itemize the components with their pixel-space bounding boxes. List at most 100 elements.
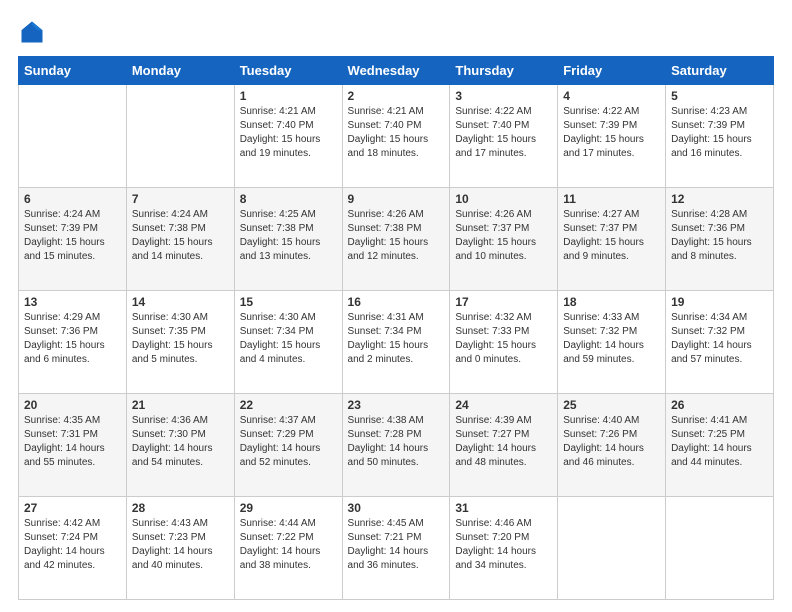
day-info: Sunrise: 4:26 AM Sunset: 7:38 PM Dayligh… (348, 208, 445, 264)
calendar-cell: 14Sunrise: 4:30 AM Sunset: 7:35 PM Dayli… (126, 291, 234, 394)
weekday-header-wednesday: Wednesday (342, 57, 450, 85)
calendar-cell: 11 Sunrise: 4:27 AM Sunset: 7:37 PM Dayli… (558, 188, 666, 291)
weekday-header-thursday: Thursday (450, 57, 558, 85)
day-info: Sunrise: 4:39 AM Sunset: 7:27 PM Dayligh… (455, 414, 552, 470)
day-info: Sunrise: 4:28 AM Sunset: 7:36 PM Dayligh… (671, 208, 768, 264)
day-number: 24 (455, 398, 552, 412)
day-info: Sunrise: 4:26 AM Sunset: 7:37 PM Dayligh… (455, 208, 552, 264)
calendar-cell: 23Sunrise: 4:38 AM Sunset: 7:28 PM Dayli… (342, 394, 450, 497)
calendar-cell: 17 Sunrise: 4:32 AM Sunset: 7:33 PM Dayli… (450, 291, 558, 394)
day-number: 2 (348, 89, 445, 103)
day-info: Sunrise: 4:35 AM Sunset: 7:31 PM Dayligh… (24, 414, 121, 470)
calendar-cell: 10 Sunrise: 4:26 AM Sunset: 7:37 PM Dayli… (450, 188, 558, 291)
day-number: 11 (563, 192, 660, 206)
calendar-cell: 4 Sunrise: 4:22 AM Sunset: 7:39 PM Daylig… (558, 85, 666, 188)
day-number: 25 (563, 398, 660, 412)
day-number: 27 (24, 501, 121, 515)
calendar-cell: 1 Sunrise: 4:21 AM Sunset: 7:40 PM Daylig… (234, 85, 342, 188)
day-info: Sunrise: 4:31 AM Sunset: 7:34 PM Dayligh… (348, 311, 445, 367)
day-number: 18 (563, 295, 660, 309)
day-info: Sunrise: 4:30 AM Sunset: 7:34 PM Dayligh… (240, 311, 337, 367)
day-number: 7 (132, 192, 229, 206)
calendar-week-3: 13Sunrise: 4:29 AM Sunset: 7:36 PM Dayli… (19, 291, 774, 394)
calendar-cell: 27Sunrise: 4:42 AM Sunset: 7:24 PM Dayli… (19, 497, 127, 600)
calendar-cell: 24 Sunrise: 4:39 AM Sunset: 7:27 PM Dayli… (450, 394, 558, 497)
header (18, 18, 774, 46)
calendar-cell: 2 Sunrise: 4:21 AM Sunset: 7:40 PM Daylig… (342, 85, 450, 188)
calendar-cell: 8 Sunrise: 4:25 AM Sunset: 7:38 PM Daylig… (234, 188, 342, 291)
calendar-cell: 21 Sunrise: 4:36 AM Sunset: 7:30 PM Dayli… (126, 394, 234, 497)
page: SundayMondayTuesdayWednesdayThursdayFrid… (0, 0, 792, 612)
day-number: 21 (132, 398, 229, 412)
day-number: 8 (240, 192, 337, 206)
weekday-header-sunday: Sunday (19, 57, 127, 85)
day-info: Sunrise: 4:33 AM Sunset: 7:32 PM Dayligh… (563, 311, 660, 367)
calendar-cell: 29 Sunrise: 4:44 AM Sunset: 7:22 PM Dayli… (234, 497, 342, 600)
calendar-cell: 20 Sunrise: 4:35 AM Sunset: 7:31 PM Dayli… (19, 394, 127, 497)
day-info: Sunrise: 4:32 AM Sunset: 7:33 PM Dayligh… (455, 311, 552, 367)
calendar-cell: 3Sunrise: 4:22 AM Sunset: 7:40 PM Daylig… (450, 85, 558, 188)
calendar-cell: 22 Sunrise: 4:37 AM Sunset: 7:29 PM Dayli… (234, 394, 342, 497)
day-info: Sunrise: 4:44 AM Sunset: 7:22 PM Dayligh… (240, 517, 337, 573)
day-number: 30 (348, 501, 445, 515)
day-info: Sunrise: 4:37 AM Sunset: 7:29 PM Dayligh… (240, 414, 337, 470)
day-number: 20 (24, 398, 121, 412)
day-info: Sunrise: 4:40 AM Sunset: 7:26 PM Dayligh… (563, 414, 660, 470)
day-info: Sunrise: 4:23 AM Sunset: 7:39 PM Dayligh… (671, 105, 768, 161)
day-number: 22 (240, 398, 337, 412)
weekday-header-row: SundayMondayTuesdayWednesdayThursdayFrid… (19, 57, 774, 85)
calendar-cell: 7Sunrise: 4:24 AM Sunset: 7:38 PM Daylig… (126, 188, 234, 291)
calendar-cell: 19 Sunrise: 4:34 AM Sunset: 7:32 PM Dayli… (666, 291, 774, 394)
calendar-cell (666, 497, 774, 600)
day-number: 9 (348, 192, 445, 206)
calendar-week-5: 27Sunrise: 4:42 AM Sunset: 7:24 PM Dayli… (19, 497, 774, 600)
calendar-cell: 9 Sunrise: 4:26 AM Sunset: 7:38 PM Daylig… (342, 188, 450, 291)
day-number: 6 (24, 192, 121, 206)
day-number: 19 (671, 295, 768, 309)
day-info: Sunrise: 4:21 AM Sunset: 7:40 PM Dayligh… (240, 105, 337, 161)
day-info: Sunrise: 4:27 AM Sunset: 7:37 PM Dayligh… (563, 208, 660, 264)
calendar-cell: 30 Sunrise: 4:45 AM Sunset: 7:21 PM Dayli… (342, 497, 450, 600)
day-info: Sunrise: 4:25 AM Sunset: 7:38 PM Dayligh… (240, 208, 337, 264)
day-info: Sunrise: 4:34 AM Sunset: 7:32 PM Dayligh… (671, 311, 768, 367)
calendar-cell (19, 85, 127, 188)
weekday-header-saturday: Saturday (666, 57, 774, 85)
day-number: 31 (455, 501, 552, 515)
calendar-cell: 28Sunrise: 4:43 AM Sunset: 7:23 PM Dayli… (126, 497, 234, 600)
day-info: Sunrise: 4:45 AM Sunset: 7:21 PM Dayligh… (348, 517, 445, 573)
day-number: 5 (671, 89, 768, 103)
day-number: 16 (348, 295, 445, 309)
logo-icon (18, 18, 46, 46)
day-number: 28 (132, 501, 229, 515)
calendar-cell: 31Sunrise: 4:46 AM Sunset: 7:20 PM Dayli… (450, 497, 558, 600)
day-info: Sunrise: 4:38 AM Sunset: 7:28 PM Dayligh… (348, 414, 445, 470)
day-info: Sunrise: 4:24 AM Sunset: 7:39 PM Dayligh… (24, 208, 121, 264)
day-info: Sunrise: 4:29 AM Sunset: 7:36 PM Dayligh… (24, 311, 121, 367)
weekday-header-tuesday: Tuesday (234, 57, 342, 85)
weekday-header-monday: Monday (126, 57, 234, 85)
day-info: Sunrise: 4:36 AM Sunset: 7:30 PM Dayligh… (132, 414, 229, 470)
day-info: Sunrise: 4:41 AM Sunset: 7:25 PM Dayligh… (671, 414, 768, 470)
calendar-body: 1 Sunrise: 4:21 AM Sunset: 7:40 PM Daylig… (19, 85, 774, 600)
calendar-table: SundayMondayTuesdayWednesdayThursdayFrid… (18, 56, 774, 600)
calendar-week-4: 20 Sunrise: 4:35 AM Sunset: 7:31 PM Dayli… (19, 394, 774, 497)
day-number: 14 (132, 295, 229, 309)
day-info: Sunrise: 4:22 AM Sunset: 7:39 PM Dayligh… (563, 105, 660, 161)
calendar-cell: 26Sunrise: 4:41 AM Sunset: 7:25 PM Dayli… (666, 394, 774, 497)
day-number: 4 (563, 89, 660, 103)
calendar-week-1: 1 Sunrise: 4:21 AM Sunset: 7:40 PM Daylig… (19, 85, 774, 188)
calendar-cell: 16 Sunrise: 4:31 AM Sunset: 7:34 PM Dayli… (342, 291, 450, 394)
day-number: 12 (671, 192, 768, 206)
day-number: 3 (455, 89, 552, 103)
day-info: Sunrise: 4:21 AM Sunset: 7:40 PM Dayligh… (348, 105, 445, 161)
calendar-cell: 25 Sunrise: 4:40 AM Sunset: 7:26 PM Dayli… (558, 394, 666, 497)
day-number: 1 (240, 89, 337, 103)
day-number: 17 (455, 295, 552, 309)
calendar-cell: 15Sunrise: 4:30 AM Sunset: 7:34 PM Dayli… (234, 291, 342, 394)
calendar-cell: 6 Sunrise: 4:24 AM Sunset: 7:39 PM Daylig… (19, 188, 127, 291)
calendar-week-2: 6 Sunrise: 4:24 AM Sunset: 7:39 PM Daylig… (19, 188, 774, 291)
logo (18, 18, 50, 46)
day-number: 10 (455, 192, 552, 206)
calendar-cell: 18 Sunrise: 4:33 AM Sunset: 7:32 PM Dayli… (558, 291, 666, 394)
day-number: 29 (240, 501, 337, 515)
